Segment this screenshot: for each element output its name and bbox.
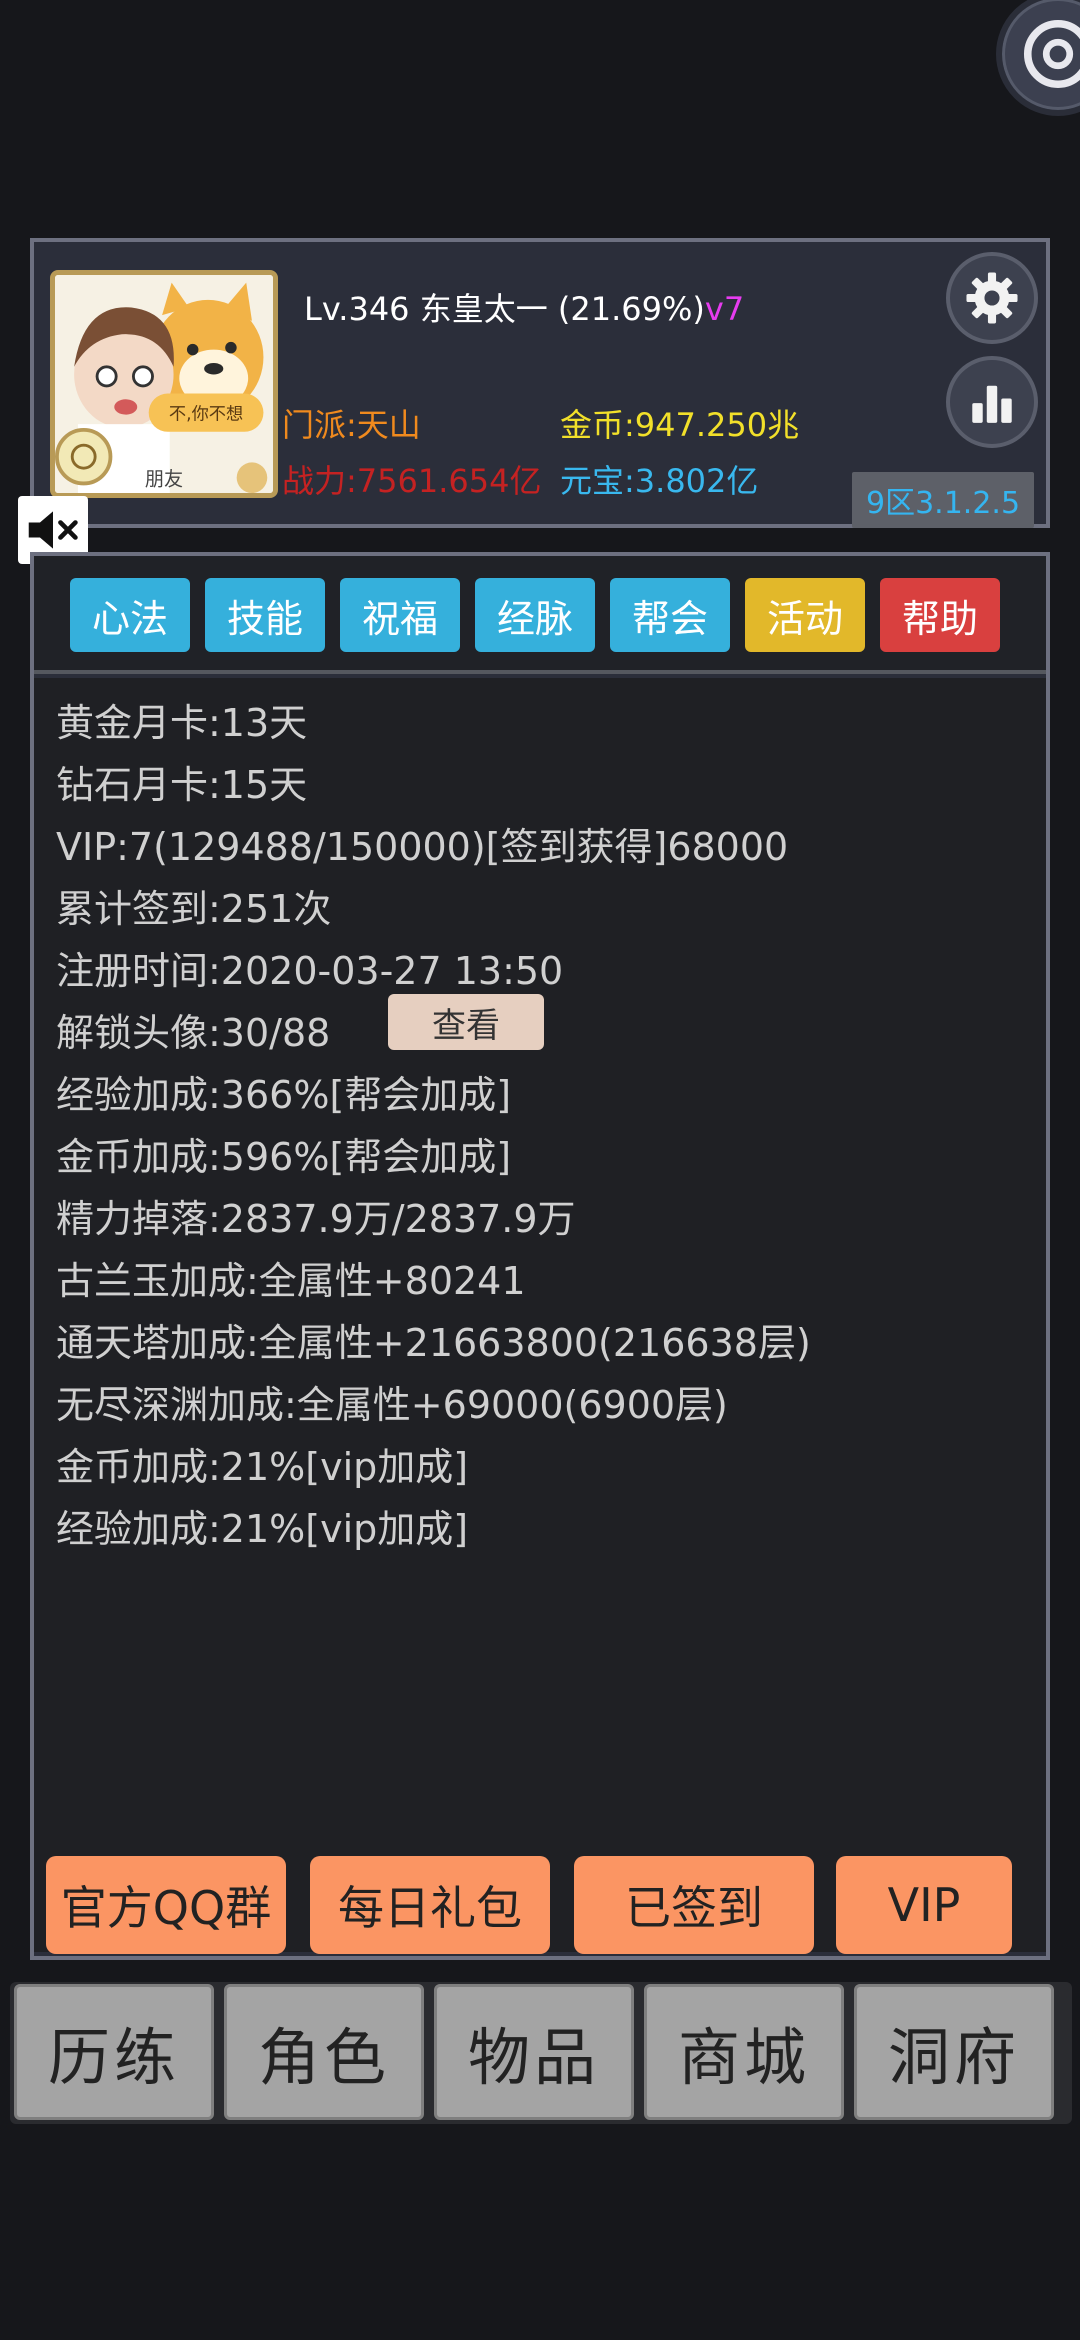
vip-button[interactable]: VIP (836, 1856, 1012, 1954)
server-badge: 9区3.1.2.5 (852, 472, 1035, 528)
nav-cave[interactable]: 洞府 (854, 1984, 1054, 2120)
nav-training[interactable]: 历练 (14, 1984, 214, 2120)
view-avatars-button[interactable]: 查看 (388, 994, 544, 1050)
player-power: 战力:7561.654亿 (282, 462, 542, 500)
avatar-image: 不,你不想 朋友 (55, 275, 273, 493)
bottom-nav: 历练 角色 物品 商城 洞府 (10, 1982, 1072, 2124)
nav-character[interactable]: 角色 (224, 1984, 424, 2120)
info-unlocked-avatars: 解锁头像:30/88 (56, 1011, 331, 1055)
tab-help[interactable]: 帮助 (880, 578, 1000, 652)
tab-meridians[interactable]: 经脉 (475, 578, 595, 652)
info-tower-bonus: 通天塔加成:全属性+21663800(216638层) (56, 1321, 811, 1365)
main-panel: 心法 技能 祝福 经脉 帮会 活动 帮助 黄金月卡:13天 钻石月卡:15天 V… (30, 552, 1050, 1960)
profile-panel: 不,你不想 朋友 Lv.346 东皇太一 (21.69%)v7 门派:天山 战力… (30, 238, 1050, 528)
info-gold-monthly-card: 黄金月卡:13天 (56, 701, 308, 745)
tab-mind-method[interactable]: 心法 (70, 578, 190, 652)
info-gold-bonus-guild: 金币加成:596%[帮会加成] (56, 1135, 512, 1179)
player-level: Lv.346 (304, 290, 410, 328)
at-icon (1023, 19, 1080, 89)
player-title: Lv.346 东皇太一 (21.69%)v7 (304, 284, 744, 330)
speaker-muted-icon (28, 511, 78, 549)
player-vip-tag: v7 (704, 290, 745, 328)
player-sect: 门派:天山 (282, 406, 421, 444)
nav-items[interactable]: 物品 (434, 1984, 634, 2120)
gear-icon (966, 272, 1018, 324)
checked-in-button[interactable]: 已签到 (574, 1856, 814, 1954)
info-vip-progress: VIP:7(129488/150000)[签到获得]68000 (56, 825, 789, 869)
info-exp-bonus-vip: 经验加成:21%[vip加成] (56, 1507, 469, 1551)
avatar-name: 朋友 (145, 467, 183, 490)
info-exp-bonus-guild: 经验加成:366%[帮会加成] (56, 1073, 512, 1117)
avatar[interactable]: 不,你不想 朋友 (50, 270, 278, 498)
daily-gift-button[interactable]: 每日礼包 (310, 1856, 550, 1954)
corner-widget-button[interactable] (996, 0, 1080, 116)
bar-chart-icon (972, 385, 1012, 423)
player-ingot: 元宝:3.802亿 (560, 462, 759, 500)
tab-events[interactable]: 活动 (745, 578, 865, 652)
nav-shop[interactable]: 商城 (644, 1984, 844, 2120)
info-total-checkins: 累计签到:251次 (56, 887, 332, 931)
settings-button[interactable] (946, 252, 1038, 344)
player-name: 东皇太一 (419, 290, 548, 328)
info-abyss-bonus: 无尽深渊加成:全属性+69000(6900层) (56, 1383, 728, 1427)
player-info-area: 黄金月卡:13天 钻石月卡:15天 VIP:7(129488/150000)[签… (34, 678, 1046, 1952)
info-gold-bonus-vip: 金币加成:21%[vip加成] (56, 1445, 469, 1489)
info-diamond-monthly-card: 钻石月卡:15天 (56, 763, 308, 807)
avatar-caption: 不,你不想 (169, 404, 243, 424)
info-energy-drop: 精力掉落:2837.9万/2837.9万 (56, 1197, 576, 1241)
feature-tabs: 心法 技能 祝福 经脉 帮会 活动 帮助 (34, 556, 1046, 674)
official-qq-group-button[interactable]: 官方QQ群 (46, 1856, 286, 1954)
ranking-button[interactable] (946, 356, 1038, 448)
info-gulan-jade-bonus: 古兰玉加成:全属性+80241 (56, 1259, 526, 1303)
tab-guild[interactable]: 帮会 (610, 578, 730, 652)
tab-blessing[interactable]: 祝福 (340, 578, 460, 652)
tab-skills[interactable]: 技能 (205, 578, 325, 652)
info-register-time: 注册时间:2020-03-27 13:50 (56, 949, 564, 993)
player-gold: 金币:947.250兆 (560, 406, 800, 444)
player-exp-percent: (21.69%) (557, 290, 705, 328)
